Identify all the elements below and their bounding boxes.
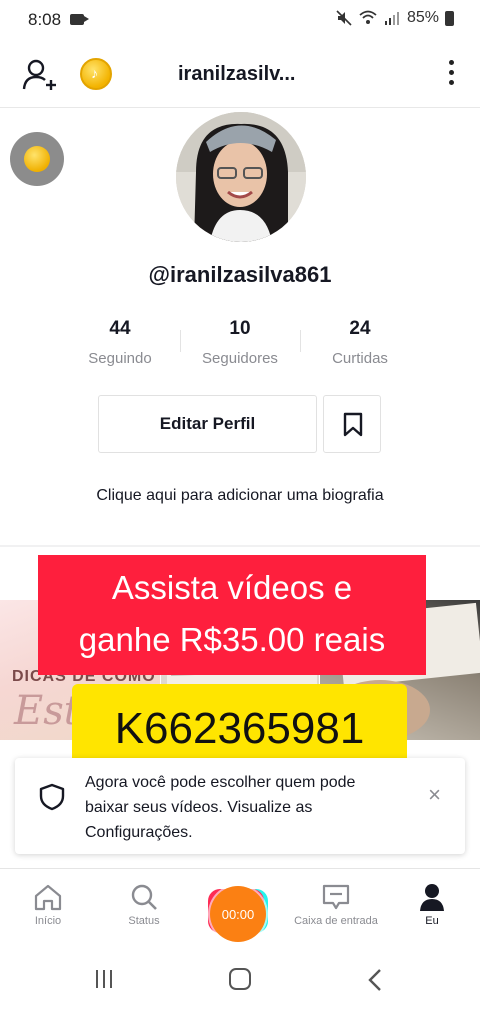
floating-coin-button[interactable] xyxy=(10,132,64,186)
status-bar: 8:08 85% xyxy=(0,0,480,40)
promo-line-2: ganhe R$35.00 reais xyxy=(78,621,386,658)
tab-inbox[interactable]: Caixa de entrada xyxy=(291,883,381,927)
add-user-icon[interactable] xyxy=(22,58,58,92)
avatar-image xyxy=(176,112,306,242)
signal-icon xyxy=(384,12,399,25)
favorites-button[interactable] xyxy=(323,395,381,453)
stat-followers[interactable]: 10 Seguidores xyxy=(180,316,300,376)
tab-home-label: Início xyxy=(34,915,62,927)
tab-status-label: Status xyxy=(128,915,160,927)
edit-profile-button[interactable]: Editar Perfil xyxy=(98,395,317,453)
top-navigation: ♪ iranilzasilv... xyxy=(0,40,480,108)
promo-line-1: Assista vídeos e xyxy=(111,569,353,606)
coin-icon xyxy=(24,146,50,172)
coin-icon[interactable]: ♪ xyxy=(80,58,112,90)
battery-percent: 85% xyxy=(406,9,439,26)
tab-status[interactable]: Status xyxy=(99,883,189,927)
more-icon[interactable] xyxy=(446,60,456,90)
battery-icon xyxy=(445,10,454,26)
username: @iranilzasilva861 xyxy=(148,262,332,287)
tab-me-label: Eu xyxy=(425,915,439,927)
search-icon xyxy=(131,884,157,910)
stat-likes[interactable]: 24 Curtidas xyxy=(300,316,420,376)
home-circle-icon[interactable] xyxy=(229,968,251,990)
video-camera-icon xyxy=(70,14,89,25)
stat-likes-label: Curtidas xyxy=(332,350,388,367)
avatar[interactable] xyxy=(176,112,306,242)
notice-text: Agora você pode escolher quem pode baixa… xyxy=(85,774,356,841)
coin-glyph: ♪ xyxy=(91,65,98,81)
close-icon[interactable]: × xyxy=(428,782,441,808)
mute-icon xyxy=(336,10,352,26)
system-navigation-bar xyxy=(0,948,480,1010)
page-title: iranilzasilv... xyxy=(178,63,296,85)
stat-followers-label: Seguidores xyxy=(202,350,278,367)
stat-followers-value: 10 xyxy=(229,318,251,339)
back-icon[interactable] xyxy=(368,968,382,992)
bookmark-icon xyxy=(343,412,363,437)
wifi-icon xyxy=(359,10,377,24)
stat-following-label: Seguindo xyxy=(88,350,152,367)
stat-following-value: 44 xyxy=(109,318,131,339)
status-time: 8:08 xyxy=(28,10,62,29)
promo-banner: Assista vídeos e ganhe R$35.00 reais xyxy=(38,555,426,675)
recording-timer-bubble[interactable]: 00:00 xyxy=(210,886,266,942)
stat-likes-value: 24 xyxy=(349,318,371,339)
divider xyxy=(0,545,480,547)
recents-icon[interactable] xyxy=(96,970,118,988)
download-settings-notice[interactable]: Agora você pode escolher quem pode baixa… xyxy=(15,758,465,854)
profile-stats: 44 Seguindo 10 Seguidores 24 Curtidas xyxy=(60,316,420,376)
stat-following[interactable]: 44 Seguindo xyxy=(60,316,180,376)
promo-code: K662365981 xyxy=(114,704,365,753)
shield-icon xyxy=(39,783,65,811)
status-icons: 85% xyxy=(335,9,454,27)
tab-me[interactable]: Eu xyxy=(387,883,477,927)
inbox-icon xyxy=(322,884,350,910)
home-icon xyxy=(34,884,62,911)
profile-icon xyxy=(420,884,444,911)
bio-prompt[interactable]: Clique aqui para adicionar uma biografia xyxy=(0,487,480,505)
tab-inbox-label: Caixa de entrada xyxy=(294,915,378,927)
tab-home[interactable]: Início xyxy=(3,883,93,927)
